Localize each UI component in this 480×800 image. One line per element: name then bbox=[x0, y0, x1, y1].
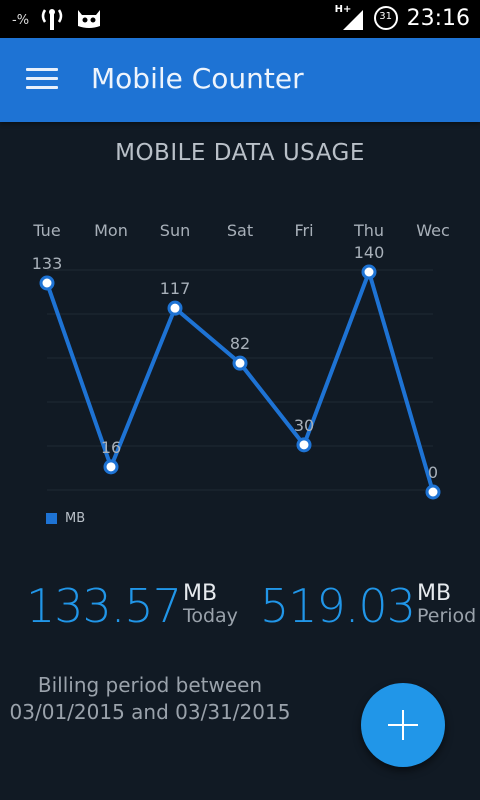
billing-period: Billing period between 03/01/2015 and 03… bbox=[0, 672, 300, 726]
status-bar: -% H+ 31 23:16 bbox=[0, 0, 480, 38]
x-tick-label: Tue bbox=[32, 221, 60, 240]
clock: 23:16 bbox=[406, 5, 470, 31]
data-label: 30 bbox=[294, 416, 314, 435]
hamburger-menu-icon[interactable] bbox=[26, 68, 58, 92]
chart-legend: MB bbox=[46, 511, 85, 526]
today-label: Today bbox=[182, 605, 238, 627]
billing-line-2: 03/01/2015 and 03/31/2015 bbox=[9, 700, 291, 724]
period-unit: MB bbox=[416, 581, 452, 606]
calendar-badge: 31 bbox=[379, 11, 392, 22]
period-value: 519.03 bbox=[260, 579, 416, 633]
data-point bbox=[232, 355, 248, 371]
data-label: 0 bbox=[428, 463, 438, 482]
data-point bbox=[167, 300, 183, 316]
data-label: 82 bbox=[230, 334, 250, 353]
data-point bbox=[103, 459, 119, 475]
wifi-signal-icon bbox=[39, 6, 65, 34]
x-tick-label: Thu bbox=[353, 221, 384, 240]
series-line bbox=[45, 270, 435, 493]
billing-line-1: Billing period between bbox=[37, 673, 263, 697]
calendar-icon: 31 bbox=[373, 5, 399, 31]
data-label: 117 bbox=[160, 279, 191, 298]
data-label: 133 bbox=[32, 254, 63, 273]
app-bar: Mobile Counter bbox=[0, 38, 480, 122]
cyanogen-icon bbox=[75, 6, 103, 34]
data-point bbox=[296, 437, 312, 453]
data-saver-icon: -% bbox=[12, 12, 30, 28]
today-value: 133.57 bbox=[26, 579, 182, 633]
status-bar-right: H+ 31 23:16 bbox=[335, 4, 470, 32]
x-tick-label: Sun bbox=[160, 221, 190, 240]
today-unit: MB bbox=[182, 581, 218, 606]
today-units: MB Today bbox=[182, 581, 238, 627]
plus-icon-vertical bbox=[402, 710, 404, 740]
legend-swatch bbox=[46, 513, 57, 524]
chart-title: MOBILE DATA USAGE bbox=[115, 140, 365, 166]
app-title: Mobile Counter bbox=[91, 62, 304, 95]
x-tick-label: Mon bbox=[94, 221, 128, 240]
x-tick-label: Sat bbox=[227, 221, 253, 240]
data-label: 16 bbox=[101, 438, 121, 457]
today-usage: 133.57 MB Today bbox=[26, 579, 238, 633]
legend-label: MB bbox=[65, 511, 86, 526]
data-point bbox=[39, 275, 55, 291]
add-fab-button[interactable] bbox=[361, 683, 445, 767]
data-label: 140 bbox=[354, 243, 385, 262]
cell-signal-icon: H+ bbox=[335, 4, 365, 32]
period-label: Period bbox=[416, 605, 477, 627]
period-usage: 519.03 MB Period bbox=[260, 579, 477, 633]
period-units: MB Period bbox=[416, 581, 477, 627]
data-point bbox=[361, 264, 377, 280]
data-point bbox=[425, 484, 441, 500]
usage-line-chart: Tue Mon Sun Sat Fri Thu Wec 133 16 117 82 30 140 0 bbox=[32, 221, 450, 500]
x-tick-label: Wec bbox=[416, 221, 450, 240]
x-tick-label: Fri bbox=[294, 221, 313, 240]
status-bar-left: -% bbox=[12, 6, 103, 34]
